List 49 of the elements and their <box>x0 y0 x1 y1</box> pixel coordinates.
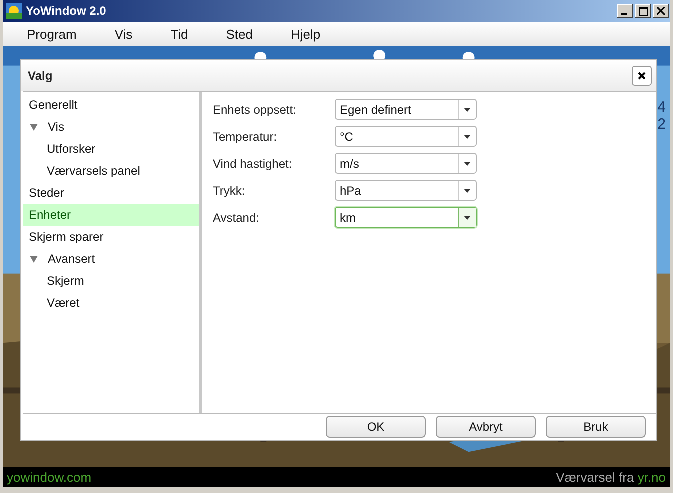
caret-icon <box>464 188 471 192</box>
tree-item[interactable]: Skjerm <box>23 270 199 292</box>
close-icon <box>638 72 646 80</box>
caret-icon <box>464 134 471 138</box>
sun-icon <box>6 3 22 19</box>
close-icon <box>657 7 665 15</box>
tree-item[interactable]: Avansert <box>23 248 199 270</box>
minimize-button[interactable] <box>617 4 633 18</box>
field-label: Trykk: <box>213 184 246 198</box>
tree-item[interactable]: Skjerm sparer <box>23 226 199 248</box>
field-label: Avstand: <box>213 210 260 224</box>
tree-item[interactable]: Utforsker <box>23 138 199 160</box>
menu-item[interactable]: Tid <box>170 26 188 42</box>
dialog-button[interactable]: OK <box>326 416 426 438</box>
tree-item[interactable]: Steder <box>23 182 199 204</box>
dialog-button[interactable]: Avbryt <box>436 416 536 438</box>
tree-item[interactable]: Vis <box>23 116 199 138</box>
credit-text: Værvarsel fra yr.no <box>556 470 666 484</box>
menu-item[interactable]: Hjelp <box>291 26 321 42</box>
field-label: Enhets oppsett: <box>213 102 298 116</box>
dropdown[interactable]: hPa <box>335 180 477 201</box>
close-button[interactable] <box>632 66 652 86</box>
dropdown[interactable]: km <box>335 207 477 228</box>
menu-item[interactable]: Sted <box>226 26 254 42</box>
tree-item[interactable]: Været <box>23 292 199 314</box>
dropdown[interactable]: °C <box>335 126 477 147</box>
tree-item[interactable]: Generellt <box>23 94 199 116</box>
dropdown[interactable]: Egen definert <box>335 99 477 120</box>
tree-item[interactable]: Værvarsels panel <box>23 160 199 182</box>
maximize-button[interactable] <box>635 4 651 18</box>
dropdown[interactable]: m/s <box>335 153 477 174</box>
field-label: Temperatur: <box>213 130 278 144</box>
reading-text: 4 <box>658 99 666 116</box>
field-label: Vind hastighet: <box>213 156 294 170</box>
caret-icon <box>464 162 471 166</box>
window-title: YoWindow 2.0 <box>26 4 108 18</box>
tree-item[interactable]: Enheter <box>23 204 199 226</box>
caret-icon <box>464 108 471 112</box>
menu-item[interactable]: Vis <box>114 26 133 42</box>
dialog-title: Valg <box>28 68 53 82</box>
site-link[interactable]: yowindow.com <box>7 470 92 484</box>
reading-text: 2 <box>658 116 666 133</box>
dialog-button[interactable]: Bruk <box>546 416 646 438</box>
maximize-icon <box>638 6 648 16</box>
caret-icon <box>464 216 471 220</box>
expand-icon <box>30 123 38 131</box>
menu-item[interactable]: Program <box>27 26 77 42</box>
expand-icon <box>30 255 38 263</box>
source-link[interactable]: yr.no <box>638 470 666 484</box>
